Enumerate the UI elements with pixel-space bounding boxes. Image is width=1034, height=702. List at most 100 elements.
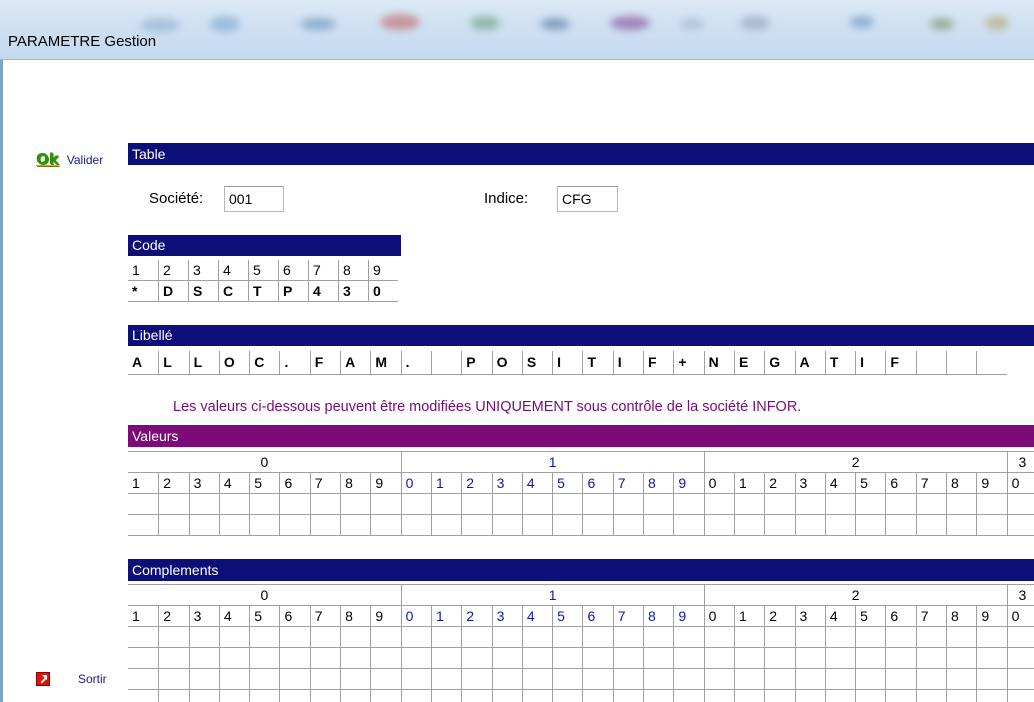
complements-input-cell[interactable] <box>1006 690 1034 702</box>
complements-input-cell[interactable] <box>491 690 522 702</box>
societe-field[interactable]: 001 <box>224 186 284 212</box>
complements-input-cell[interactable] <box>430 648 462 669</box>
complements-input-cell[interactable] <box>794 669 825 690</box>
complements-input-cell[interactable] <box>340 669 371 690</box>
valeurs-input-cell[interactable] <box>552 494 583 515</box>
complements-input-cell[interactable] <box>188 690 219 702</box>
complements-input-cell[interactable] <box>249 690 280 702</box>
valeurs-input-cell[interactable] <box>946 515 977 536</box>
complements-input-cell[interactable] <box>764 669 795 690</box>
complements-input-cell[interactable] <box>249 669 280 690</box>
valeurs-input-cell[interactable] <box>491 515 522 536</box>
complements-input-cell[interactable] <box>946 627 977 648</box>
valeurs-input-cell[interactable] <box>976 494 1007 515</box>
libelle-char-cell[interactable]: L <box>188 351 219 375</box>
complements-input-cell[interactable] <box>340 648 371 669</box>
complements-input-cell[interactable] <box>855 669 886 690</box>
complements-input-cell[interactable] <box>370 690 401 702</box>
valeurs-input-cell[interactable] <box>855 494 886 515</box>
complements-input-cell[interactable] <box>521 690 553 702</box>
libelle-char-cell[interactable]: A <box>794 351 825 375</box>
complements-input-cell[interactable] <box>643 648 674 669</box>
libelle-char-cell[interactable]: F <box>309 351 341 375</box>
complements-input-cell[interactable] <box>461 627 492 648</box>
libelle-char-cell[interactable]: I <box>855 351 886 375</box>
complements-input-cell[interactable] <box>491 669 522 690</box>
complements-input-cell[interactable] <box>824 648 856 669</box>
complements-input-cell[interactable] <box>491 627 522 648</box>
complements-input-cell[interactable] <box>218 627 250 648</box>
complements-input-cell[interactable] <box>915 690 947 702</box>
valeurs-input-cell[interactable] <box>764 494 795 515</box>
complements-input-cell[interactable] <box>855 627 886 648</box>
complements-input-cell[interactable] <box>855 690 886 702</box>
libelle-char-cell[interactable]: + <box>673 351 704 375</box>
complements-input-cell[interactable] <box>279 690 310 702</box>
complements-input-cell[interactable] <box>976 690 1007 702</box>
code-char-cell[interactable]: 4 <box>308 281 338 302</box>
complements-input-cell[interactable] <box>430 690 462 702</box>
complements-input-cell[interactable] <box>885 690 916 702</box>
complements-input-cell[interactable] <box>885 627 916 648</box>
valeurs-input-cell[interactable] <box>461 494 492 515</box>
libelle-char-cell[interactable]: S <box>521 351 553 375</box>
libelle-char-cell[interactable]: O <box>491 351 522 375</box>
valeurs-input-cell[interactable] <box>976 515 1007 536</box>
complements-input-cell[interactable] <box>764 690 795 702</box>
complements-input-cell[interactable] <box>946 669 977 690</box>
complements-input-cell[interactable] <box>461 648 492 669</box>
complements-input-cell[interactable] <box>673 648 704 669</box>
complements-input-cell[interactable] <box>1006 627 1034 648</box>
valeurs-input-cell[interactable] <box>582 515 613 536</box>
complements-input-cell[interactable] <box>552 690 583 702</box>
valeurs-input-cell[interactable] <box>400 494 431 515</box>
valeurs-input-cell[interactable] <box>643 494 674 515</box>
complements-input-cell[interactable] <box>279 627 310 648</box>
libelle-char-cell[interactable]: I <box>552 351 583 375</box>
complements-input-cell[interactable] <box>400 627 431 648</box>
indice-field[interactable]: CFG <box>557 186 618 212</box>
complements-input-cell[interactable] <box>309 648 341 669</box>
valeurs-input-cell[interactable] <box>643 515 674 536</box>
complements-input-cell[interactable] <box>400 690 431 702</box>
complements-input-cell[interactable] <box>673 627 704 648</box>
valeurs-input-cell[interactable] <box>340 494 371 515</box>
valeurs-input-cell[interactable] <box>1006 494 1034 515</box>
complements-input-cell[interactable] <box>158 627 189 648</box>
valeurs-input-cell[interactable] <box>885 494 916 515</box>
complements-input-cell[interactable] <box>340 627 371 648</box>
valeurs-input-cell[interactable] <box>521 515 553 536</box>
code-char-cell[interactable]: 0 <box>368 281 398 302</box>
valeurs-input-cell[interactable] <box>491 494 522 515</box>
complements-input-cell[interactable] <box>582 669 613 690</box>
valider-button[interactable]: Ok Valider <box>36 150 103 168</box>
valeurs-input-cell[interactable] <box>855 515 886 536</box>
valeurs-input-cell[interactable] <box>946 494 977 515</box>
libelle-char-cell[interactable]: A <box>340 351 371 375</box>
valeurs-input-cell[interactable] <box>1006 515 1034 536</box>
valeurs-input-cell[interactable] <box>915 515 947 536</box>
libelle-char-cell[interactable] <box>946 351 977 375</box>
complements-input-cell[interactable] <box>764 627 795 648</box>
complements-input-cell[interactable] <box>673 690 704 702</box>
valeurs-input-cell[interactable] <box>158 515 189 536</box>
valeurs-input-cell[interactable] <box>218 494 250 515</box>
valeurs-input-cell[interactable] <box>794 515 825 536</box>
complements-input-cell[interactable] <box>158 669 189 690</box>
complements-input-cell[interactable] <box>400 648 431 669</box>
complements-input-cell[interactable] <box>643 627 674 648</box>
complements-input-cell[interactable] <box>794 648 825 669</box>
complements-input-cell[interactable] <box>824 669 856 690</box>
code-char-cell[interactable]: S <box>188 281 218 302</box>
libelle-char-cell[interactable]: G <box>764 351 795 375</box>
complements-input-cell[interactable] <box>733 669 765 690</box>
complements-input-cell[interactable] <box>218 648 250 669</box>
complements-input-cell[interactable] <box>128 669 159 690</box>
libelle-char-cell[interactable]: F <box>643 351 674 375</box>
complements-input-cell[interactable] <box>188 648 219 669</box>
complements-input-cell[interactable] <box>915 648 947 669</box>
complements-input-cell[interactable] <box>188 669 219 690</box>
complements-input-cell[interactable] <box>733 690 765 702</box>
valeurs-input-cell[interactable] <box>430 515 462 536</box>
complements-input-cell[interactable] <box>976 648 1007 669</box>
